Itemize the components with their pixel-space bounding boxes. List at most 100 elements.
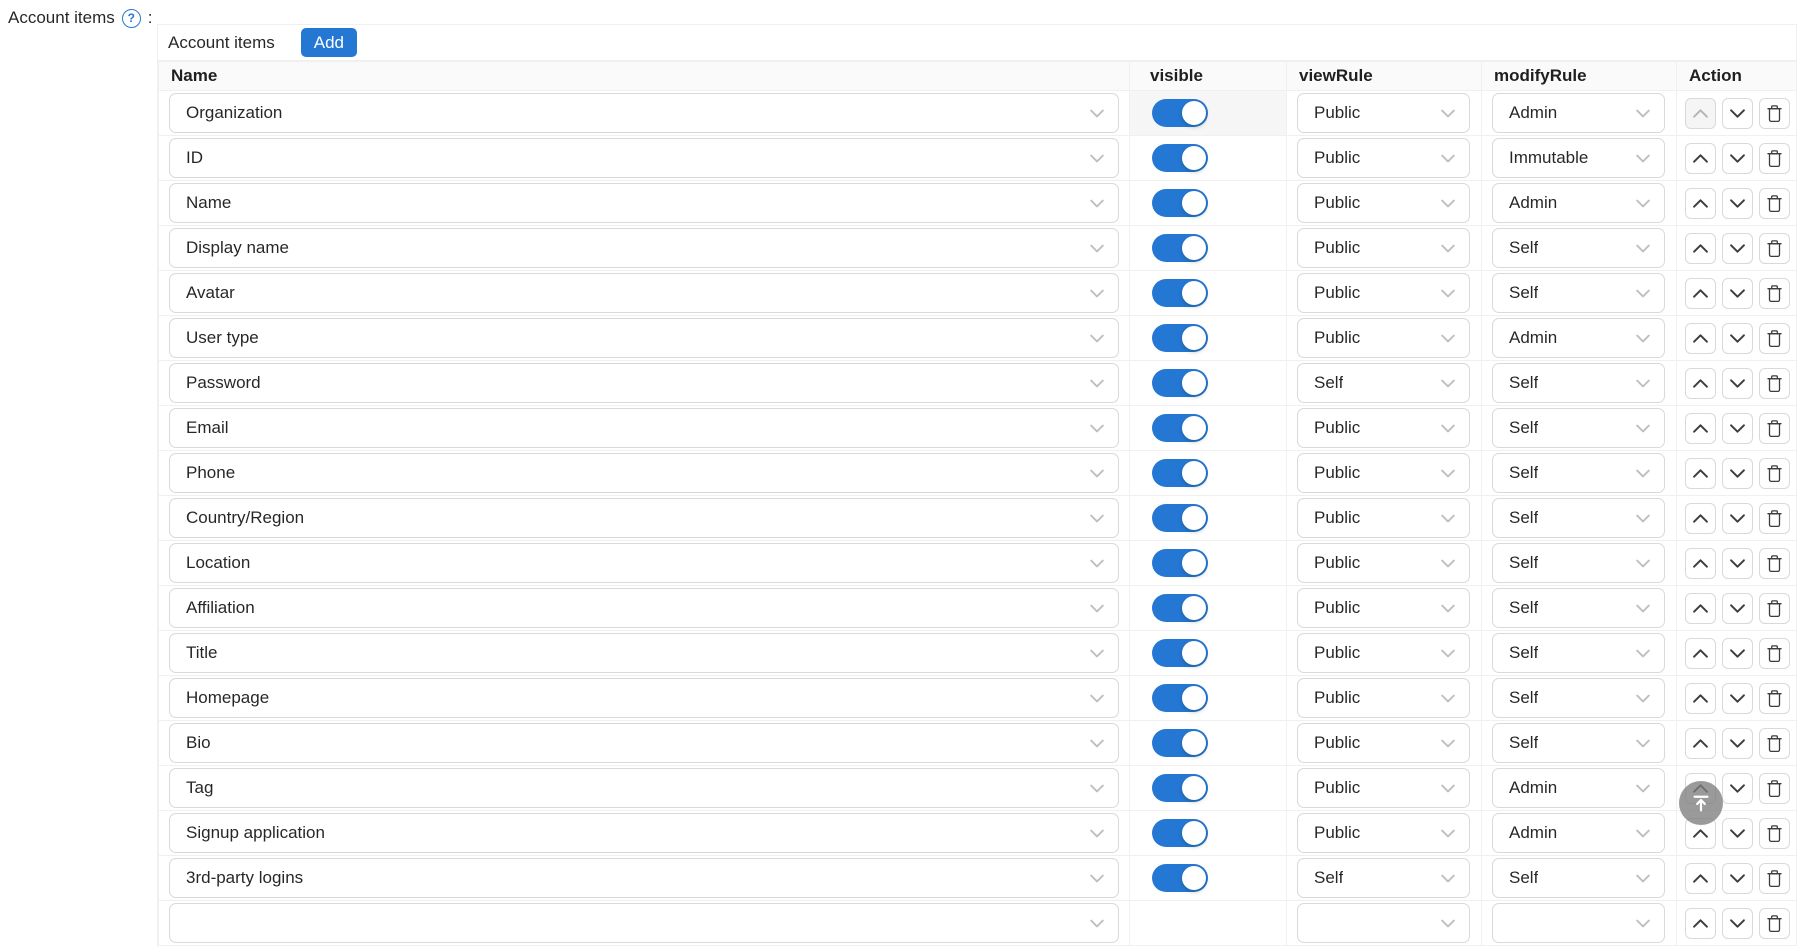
view-rule-select[interactable]: Public: [1297, 678, 1470, 718]
move-up-button[interactable]: [1685, 368, 1716, 399]
move-down-button[interactable]: [1722, 143, 1753, 174]
move-down-button[interactable]: [1722, 503, 1753, 534]
view-rule-select[interactable]: Public: [1297, 273, 1470, 313]
move-down-button[interactable]: [1722, 908, 1753, 939]
move-up-button[interactable]: [1685, 593, 1716, 624]
move-up-button[interactable]: [1685, 863, 1716, 894]
account-item-select[interactable]: Email: [169, 408, 1119, 448]
modify-rule-select[interactable]: Admin: [1492, 768, 1665, 808]
move-down-button[interactable]: [1722, 683, 1753, 714]
move-up-button[interactable]: [1685, 548, 1716, 579]
delete-button[interactable]: [1759, 413, 1790, 444]
delete-button[interactable]: [1759, 728, 1790, 759]
move-down-button[interactable]: [1722, 233, 1753, 264]
visible-toggle[interactable]: [1152, 684, 1208, 712]
modify-rule-select[interactable]: Self: [1492, 273, 1665, 313]
delete-button[interactable]: [1759, 638, 1790, 669]
account-item-select[interactable]: ID: [169, 138, 1119, 178]
account-item-select[interactable]: Organization: [169, 93, 1119, 133]
modify-rule-select[interactable]: Self: [1492, 408, 1665, 448]
delete-button[interactable]: [1759, 233, 1790, 264]
view-rule-select[interactable]: Public: [1297, 183, 1470, 223]
move-down-button[interactable]: [1722, 98, 1753, 129]
move-down-button[interactable]: [1722, 863, 1753, 894]
modify-rule-select[interactable]: Self: [1492, 453, 1665, 493]
account-item-select[interactable]: Avatar: [169, 273, 1119, 313]
view-rule-select[interactable]: Public: [1297, 498, 1470, 538]
account-item-select[interactable]: Homepage: [169, 678, 1119, 718]
visible-toggle[interactable]: [1152, 864, 1208, 892]
modify-rule-select[interactable]: Self: [1492, 588, 1665, 628]
back-to-top-button[interactable]: [1679, 781, 1723, 825]
account-item-select[interactable]: Signup application: [169, 813, 1119, 853]
modify-rule-select[interactable]: Admin: [1492, 93, 1665, 133]
visible-toggle[interactable]: [1152, 324, 1208, 352]
view-rule-select[interactable]: [1297, 903, 1470, 943]
view-rule-select[interactable]: Public: [1297, 723, 1470, 763]
modify-rule-select[interactable]: [1492, 903, 1665, 943]
visible-toggle[interactable]: [1152, 414, 1208, 442]
delete-button[interactable]: [1759, 188, 1790, 219]
visible-toggle[interactable]: [1152, 234, 1208, 262]
view-rule-select[interactable]: Public: [1297, 588, 1470, 628]
delete-button[interactable]: [1759, 503, 1790, 534]
modify-rule-select[interactable]: Admin: [1492, 318, 1665, 358]
move-up-button[interactable]: [1685, 323, 1716, 354]
move-up-button[interactable]: [1685, 908, 1716, 939]
visible-toggle[interactable]: [1152, 729, 1208, 757]
move-up-button[interactable]: [1685, 278, 1716, 309]
account-item-select[interactable]: [169, 903, 1119, 943]
modify-rule-select[interactable]: Self: [1492, 228, 1665, 268]
account-item-select[interactable]: Tag: [169, 768, 1119, 808]
modify-rule-select[interactable]: Admin: [1492, 813, 1665, 853]
account-item-select[interactable]: User type: [169, 318, 1119, 358]
delete-button[interactable]: [1759, 368, 1790, 399]
move-up-button[interactable]: [1685, 233, 1716, 264]
modify-rule-select[interactable]: Self: [1492, 858, 1665, 898]
delete-button[interactable]: [1759, 278, 1790, 309]
view-rule-select[interactable]: Public: [1297, 453, 1470, 493]
delete-button[interactable]: [1759, 863, 1790, 894]
modify-rule-select[interactable]: Self: [1492, 363, 1665, 403]
view-rule-select[interactable]: Public: [1297, 93, 1470, 133]
visible-toggle[interactable]: [1152, 279, 1208, 307]
move-up-button[interactable]: [1685, 143, 1716, 174]
move-up-button[interactable]: [1685, 98, 1716, 129]
move-down-button[interactable]: [1722, 368, 1753, 399]
view-rule-select[interactable]: Public: [1297, 138, 1470, 178]
account-item-select[interactable]: 3rd-party logins: [169, 858, 1119, 898]
view-rule-select[interactable]: Public: [1297, 318, 1470, 358]
account-item-select[interactable]: Country/Region: [169, 498, 1119, 538]
delete-button[interactable]: [1759, 143, 1790, 174]
delete-button[interactable]: [1759, 908, 1790, 939]
account-item-select[interactable]: Affiliation: [169, 588, 1119, 628]
move-up-button[interactable]: [1685, 638, 1716, 669]
move-down-button[interactable]: [1722, 593, 1753, 624]
account-item-select[interactable]: Bio: [169, 723, 1119, 763]
modify-rule-select[interactable]: Self: [1492, 678, 1665, 718]
view-rule-select[interactable]: Public: [1297, 768, 1470, 808]
view-rule-select[interactable]: Self: [1297, 858, 1470, 898]
move-up-button[interactable]: [1685, 503, 1716, 534]
view-rule-select[interactable]: Self: [1297, 363, 1470, 403]
view-rule-select[interactable]: Public: [1297, 543, 1470, 583]
account-item-select[interactable]: Name: [169, 183, 1119, 223]
account-item-select[interactable]: Display name: [169, 228, 1119, 268]
move-down-button[interactable]: [1722, 728, 1753, 759]
delete-button[interactable]: [1759, 683, 1790, 714]
view-rule-select[interactable]: Public: [1297, 813, 1470, 853]
view-rule-select[interactable]: Public: [1297, 228, 1470, 268]
move-up-button[interactable]: [1685, 188, 1716, 219]
account-item-select[interactable]: Phone: [169, 453, 1119, 493]
delete-button[interactable]: [1759, 818, 1790, 849]
view-rule-select[interactable]: Public: [1297, 408, 1470, 448]
visible-toggle[interactable]: [1152, 459, 1208, 487]
account-item-select[interactable]: Password: [169, 363, 1119, 403]
modify-rule-select[interactable]: Admin: [1492, 183, 1665, 223]
modify-rule-select[interactable]: Self: [1492, 543, 1665, 583]
delete-button[interactable]: [1759, 458, 1790, 489]
visible-toggle[interactable]: [1152, 549, 1208, 577]
move-down-button[interactable]: [1722, 818, 1753, 849]
delete-button[interactable]: [1759, 98, 1790, 129]
visible-toggle[interactable]: [1152, 369, 1208, 397]
